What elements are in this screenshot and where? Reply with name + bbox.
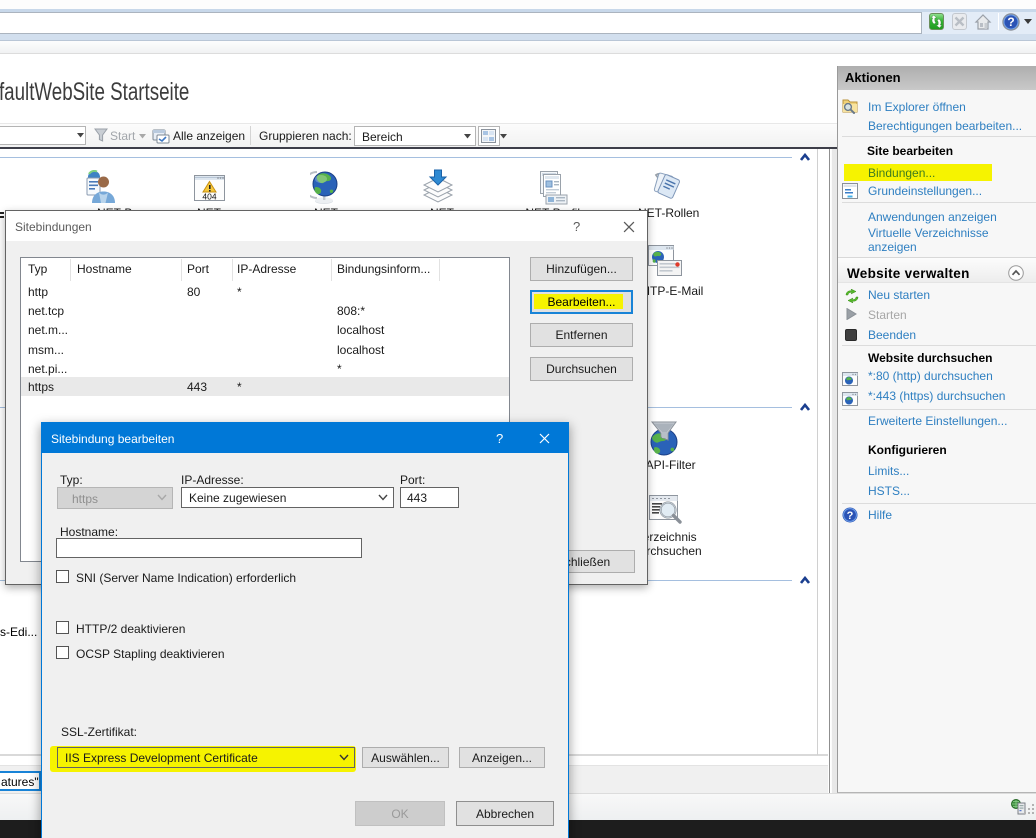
svg-text:?: ? bbox=[1007, 15, 1014, 29]
svg-text:404: 404 bbox=[202, 192, 216, 202]
svg-text:?: ? bbox=[847, 510, 854, 522]
